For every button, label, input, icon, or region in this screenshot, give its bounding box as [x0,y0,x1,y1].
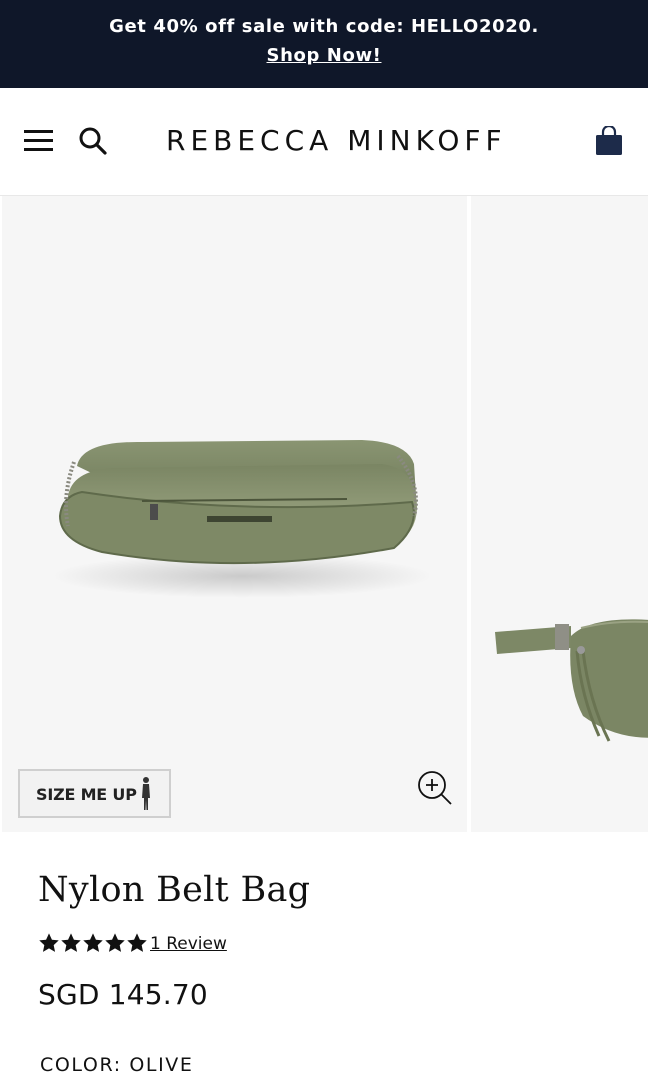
product-image-open-bag [52,440,432,598]
shop-now-link[interactable]: Shop Now! [0,45,648,66]
size-me-up-button[interactable]: SIZE ME UP [18,769,171,818]
product-price: SGD 145.70 [38,978,208,1011]
size-me-up-label: SIZE ME UP [36,785,137,804]
star-rating[interactable] [38,932,148,956]
gallery-slide-1[interactable]: SIZE ME UP [2,196,467,832]
search-icon[interactable] [78,126,108,156]
gallery-slide-2[interactable] [471,196,648,832]
star-icon [39,933,59,952]
star-icon [83,933,103,952]
zoom-in-icon[interactable] [417,770,453,806]
promo-banner: Get 40% off sale with code: HELLO2020. S… [0,0,648,88]
shopping-bag-icon[interactable] [594,126,624,156]
star-icon [105,933,125,952]
color-selector-label: COLOR: OLIVE [40,1054,194,1076]
brand-logo[interactable]: REBECCA MINKOFF [166,124,507,157]
model-silhouette-icon [142,777,150,810]
product-gallery[interactable]: SIZE ME UP [0,196,648,834]
product-image-belt-bag [495,619,648,742]
site-header: REBECCA MINKOFF [0,88,648,196]
product-title: Nylon Belt Bag [38,870,311,910]
hamburger-menu-icon[interactable] [24,128,54,154]
promo-text: Get 40% off sale with code: HELLO2020. [109,16,539,37]
reviews-link[interactable]: 1 Review [150,934,227,954]
color-value: OLIVE [129,1054,194,1076]
star-icon [61,933,81,952]
star-icon [127,933,147,952]
color-label: COLOR: [40,1054,122,1076]
